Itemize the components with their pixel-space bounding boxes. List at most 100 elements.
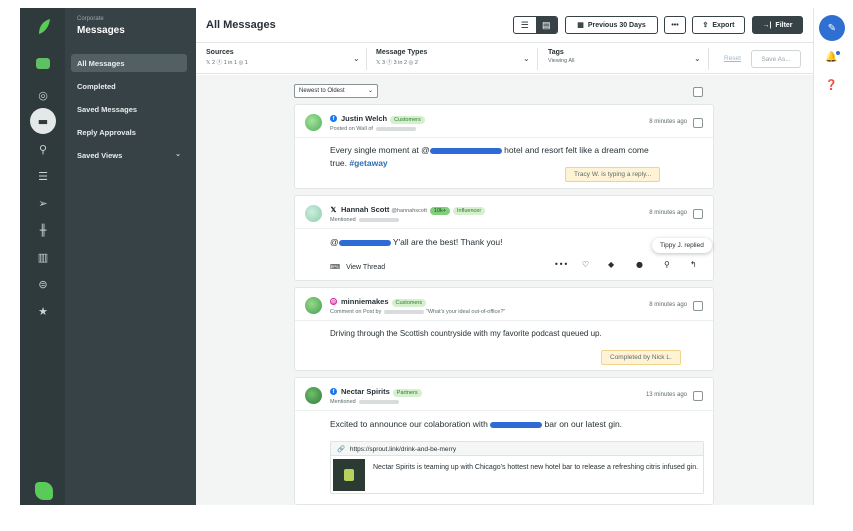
redacted-text — [358, 217, 399, 222]
message-card[interactable]: 𝕏 Hannah Scott @hannahscott 10k+ Influencer… — [294, 195, 714, 281]
avatar — [305, 387, 322, 404]
date-range-button[interactable]: ▦ Previous 30 Days — [565, 16, 658, 34]
follower-badge: 10k+ — [429, 207, 450, 215]
page-title: All Messages — [206, 19, 276, 31]
message-card[interactable]: f Nectar Spirits Partners Mentioned 13 mi… — [294, 377, 714, 505]
message-card[interactable]: ◎ minniemakes Customers Comment on Post b… — [294, 287, 714, 371]
subnav-kicker: Corporate — [77, 16, 104, 22]
filter-button[interactable]: →| Filter — [752, 16, 803, 34]
star-icon[interactable]: ★ — [32, 300, 54, 322]
notification-dot — [836, 51, 840, 55]
subnav-item-reply-approvals[interactable]: Reply Approvals — [71, 123, 187, 141]
facebook-icon: f — [330, 115, 337, 122]
redacted-mention — [338, 239, 391, 246]
sources-filter[interactable]: Sources 𝕏 2 ⓕ 1 in 1 ◎ 1 — [206, 49, 248, 66]
author-name-text: minniemakes — [341, 297, 389, 306]
message-card[interactable]: f Justin Welch Customers Posted on Wall o… — [294, 104, 714, 189]
message-text: @ Y'all are the best! Thank you! — [330, 236, 503, 249]
message-checkbox[interactable] — [693, 391, 703, 401]
help-icon[interactable]: ❓ — [825, 80, 837, 91]
save-as-button[interactable]: Save As... — [751, 50, 801, 68]
author-name: Nectar Spirits Partners — [341, 387, 422, 397]
card-view-icon[interactable]: ▤ — [535, 17, 557, 33]
chevron-down-icon: ⌄ — [175, 151, 181, 158]
thread-icon: ⌨ — [330, 263, 341, 271]
inbox-icon[interactable]: ▬ — [30, 108, 56, 134]
link-preview[interactable]: 🔗 https://sprout.link/drink-and-be-merry… — [330, 441, 704, 494]
view-thread-link[interactable]: ⌨ View Thread — [330, 263, 385, 271]
message-checkbox[interactable] — [693, 209, 703, 219]
chevron-down-icon[interactable]: ⌄ — [353, 54, 360, 63]
message-meta: Comment on Post by "What's your ideal ou… — [330, 309, 505, 315]
reply-icon[interactable]: ↰ — [690, 260, 697, 269]
compass-icon[interactable]: ◎ — [32, 84, 54, 106]
author-name-text: Justin Welch — [341, 114, 388, 123]
date-range-label: Previous 30 Days — [587, 21, 646, 29]
pin-icon[interactable]: ⚲ — [32, 138, 54, 160]
author-handle: @hannahscott — [391, 208, 427, 214]
reset-link[interactable]: Reset — [724, 55, 741, 62]
view-toggle[interactable]: ☰ ▤ — [513, 16, 558, 34]
complete-icon[interactable]: ● — [636, 260, 643, 269]
subnav-item-saved-views[interactable]: Saved Views ⌄ — [71, 146, 187, 164]
filter-divider — [366, 48, 367, 70]
chevron-down-icon: ⌄ — [367, 88, 373, 94]
filter-divider — [537, 48, 538, 70]
sort-value: Newest to Oldest — [299, 88, 345, 94]
more-button[interactable]: ••• — [664, 16, 686, 34]
redacted-text — [358, 399, 399, 404]
subnav-item-all-messages[interactable]: All Messages — [71, 54, 187, 72]
send-icon[interactable]: ➢ — [32, 192, 54, 214]
message-types-counts: 𝕏 3 ⓕ 3 in 2 ◎ 2 — [376, 60, 418, 66]
sort-select[interactable]: Newest to Oldest ⌄ — [294, 84, 378, 98]
meta-quote: "What's your ideal out-of-office?" — [425, 309, 506, 315]
list-view-icon[interactable]: ☰ — [514, 17, 536, 33]
chevron-down-icon[interactable]: ⌄ — [523, 54, 530, 63]
redacted-text — [384, 309, 425, 314]
message-checkbox[interactable] — [693, 301, 703, 311]
export-button[interactable]: ⇪ Export — [692, 16, 745, 34]
avatar — [305, 114, 322, 131]
tags-label: Tags — [548, 49, 564, 56]
subnav-item-saved-messages[interactable]: Saved Messages — [71, 100, 187, 118]
filter-label: Filter — [775, 21, 793, 29]
select-all-checkbox[interactable] — [693, 87, 703, 97]
message-text-end: Y'all are the best! Thank you! — [390, 237, 503, 247]
profile-icon[interactable] — [35, 482, 53, 500]
saved-views-label: Saved Views — [77, 151, 123, 160]
filter-bar: Sources 𝕏 2 ⓕ 1 in 1 ◎ 1 ⌄ Message Types… — [196, 44, 813, 74]
heart-icon[interactable]: ♡ — [582, 260, 589, 269]
message-feed: Newest to Oldest ⌄ f Justin Welch Custome… — [196, 75, 813, 505]
messages-subnav: Corporate Messages All Messages Complete… — [65, 8, 196, 505]
folder-icon[interactable] — [36, 58, 50, 69]
app-window: ◎ ▬ ⚲ ☰ ➢ ╫ ▥ ⊜ ★ Corporate Messages All… — [0, 0, 853, 531]
facebook-icon: f — [330, 388, 337, 395]
hashtag-link[interactable]: #getaway — [349, 158, 387, 168]
reply-tooltip: Tippy J. replied — [652, 238, 712, 253]
sprout-logo-icon[interactable] — [37, 18, 51, 36]
listening-icon[interactable]: ╫ — [32, 219, 54, 241]
link-description: Nectar Spirits is teaming up with Chicag… — [373, 464, 699, 471]
tag-icon[interactable]: ◆ — [608, 260, 614, 269]
right-rail: ✎ 🔔 ❓ — [813, 8, 853, 505]
more-icon[interactable]: ••• — [554, 260, 568, 269]
list-icon[interactable]: ☰ — [32, 165, 54, 187]
calendar-icon: ▦ — [577, 22, 584, 29]
tags-filter[interactable]: Tags Viewing All — [548, 49, 575, 64]
message-text-line2: true. — [330, 158, 350, 168]
bot-icon[interactable]: ⊜ — [32, 273, 54, 295]
redacted-mention — [429, 147, 502, 154]
message-types-label: Message Types — [376, 49, 428, 56]
chevron-down-icon[interactable]: ⌄ — [694, 54, 701, 63]
author-name-text: Nectar Spirits — [341, 387, 390, 396]
message-types-filter[interactable]: Message Types 𝕏 3 ⓕ 3 in 2 ◎ 2 — [376, 49, 427, 66]
card-divider — [295, 137, 713, 138]
card-divider — [295, 320, 713, 321]
link-url[interactable]: https://sprout.link/drink-and-be-merry — [350, 446, 456, 453]
compose-icon[interactable]: ✎ — [819, 15, 845, 41]
subnav-item-completed[interactable]: Completed — [71, 77, 187, 95]
message-text-start: @ — [330, 237, 339, 247]
message-checkbox[interactable] — [693, 118, 703, 128]
reports-icon[interactable]: ▥ — [32, 246, 54, 268]
pin-icon[interactable]: ⚲ — [664, 260, 670, 269]
